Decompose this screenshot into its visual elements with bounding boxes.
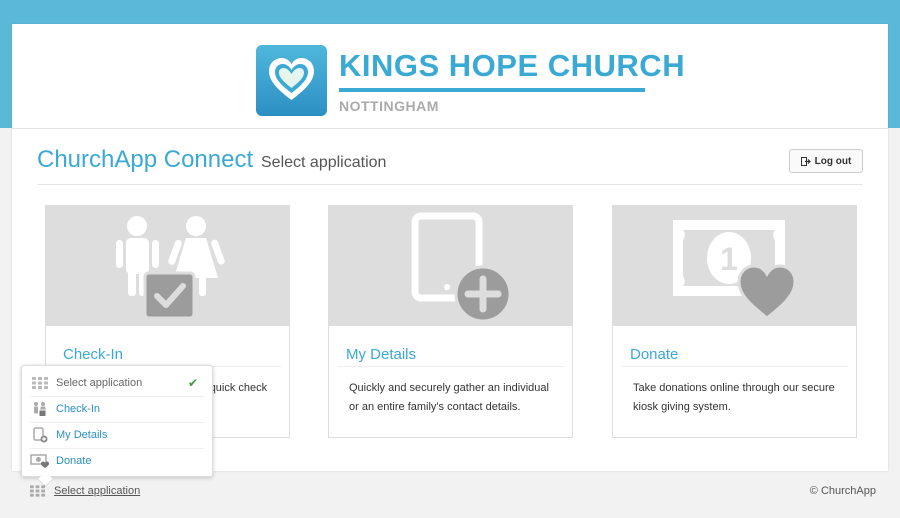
banknote-heart-icon (30, 453, 50, 469)
banknote-heart-icon: 1 (673, 220, 797, 320)
checkmark-icon: ✔ (187, 376, 198, 390)
title-divider (37, 184, 863, 185)
card-divider (621, 366, 848, 367)
heart-icon (269, 58, 314, 100)
card-image (46, 206, 289, 326)
card-divider (337, 366, 564, 367)
tablet-plus-icon (411, 212, 512, 323)
family-check-icon (30, 401, 50, 417)
popup-item-my-details[interactable]: My Details (30, 422, 204, 449)
popup-item-label: Check-In (56, 403, 101, 415)
sign-out-icon (800, 156, 811, 166)
card-title: My Details (346, 346, 417, 363)
popup-item-label: Donate (56, 455, 92, 467)
family-check-icon (116, 216, 225, 320)
page-subtitle: Select application (261, 154, 387, 171)
card-my-details[interactable]: My Details Quickly and securely gather a… (328, 205, 573, 438)
card-title: Check-In (63, 346, 124, 363)
grid-icon (30, 375, 50, 391)
church-logo (256, 45, 327, 116)
card-title: Donate (630, 346, 679, 363)
church-name: KINGS HOPE CHURCH (339, 48, 686, 83)
church-header: KINGS HOPE CHURCH NOTTINGHAM (12, 24, 888, 129)
app-title: ChurchApp Connect (37, 146, 254, 173)
card-image: 1 (613, 206, 856, 326)
card-image (329, 206, 572, 326)
copyright-text: © ChurchApp (809, 485, 876, 497)
svg-text:1: 1 (720, 241, 738, 277)
app-switcher-popup: Select application ✔ Check-In My Details (21, 365, 213, 488)
logout-label: Log out (814, 155, 852, 167)
church-city: NOTTINGHAM (339, 98, 439, 114)
popup-item-label: My Details (56, 429, 108, 441)
card-description: Quickly and securely gather an individua… (349, 382, 549, 413)
logout-button[interactable]: Log out (789, 149, 863, 173)
card-description: Take donations online through our secure… (633, 382, 835, 413)
popup-item-check-in[interactable]: Check-In (30, 396, 204, 423)
grid-icon[interactable] (30, 484, 45, 502)
church-name-underline (339, 88, 645, 92)
footer-select-application-link[interactable]: Select application (54, 485, 140, 497)
popup-item-donate[interactable]: Donate (30, 448, 204, 474)
tablet-plus-icon (30, 427, 50, 443)
popup-item-label: Select application (56, 377, 143, 389)
popup-item-select-application[interactable]: Select application ✔ (30, 370, 204, 397)
card-donate[interactable]: 1 Donate Take donations online through o… (612, 205, 857, 438)
